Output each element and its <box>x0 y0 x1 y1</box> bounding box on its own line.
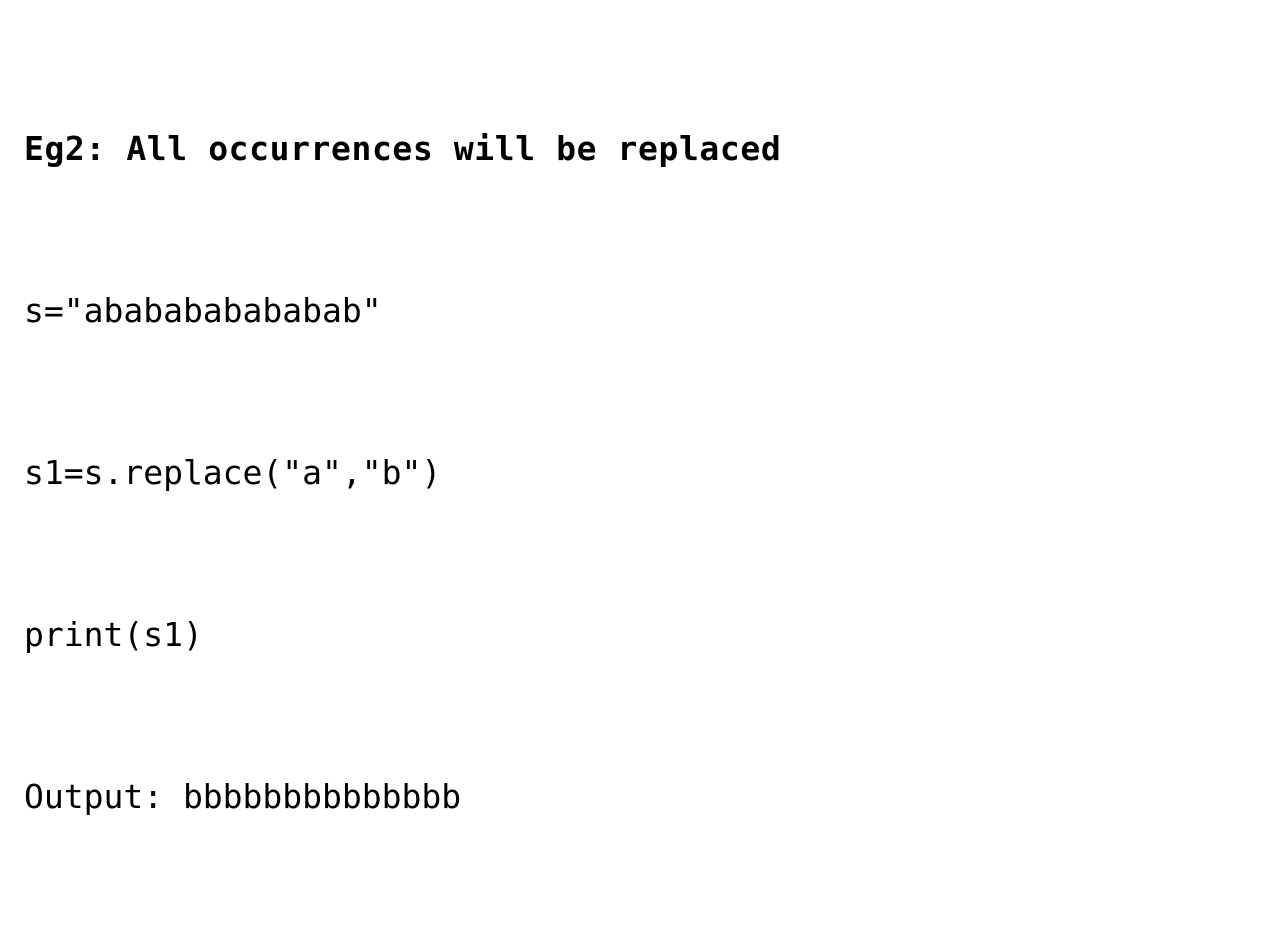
code-line-print: print(s1) <box>24 615 203 654</box>
code-line-replace-call: s1=s.replace("a","b") <box>24 453 442 492</box>
example-heading: Eg2: All occurrences will be replaced <box>24 129 782 168</box>
code-line-assign-string: s="ababababababab" <box>24 291 382 330</box>
output-line: Output: bbbbbbbbbbbbbb <box>24 777 462 816</box>
slide: Eg2: All occurrences will be replaced s=… <box>0 0 1280 816</box>
code-example: Eg2: All occurrences will be replaced s=… <box>24 14 781 932</box>
